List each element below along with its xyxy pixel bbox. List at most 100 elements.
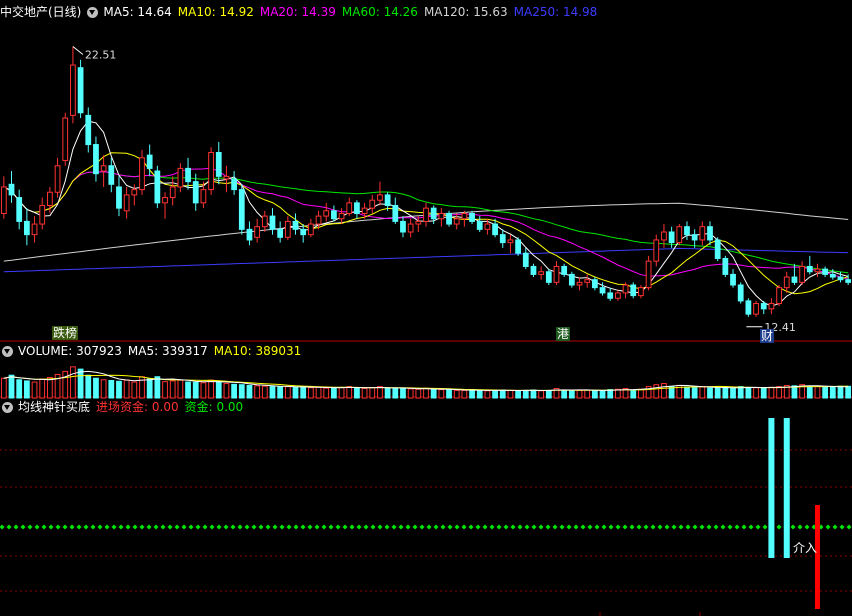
volume-panel-header: VOLUME: 307923 MA5: 339317 MA10: 389031: [0, 343, 307, 359]
volume-bar-down: [760, 387, 767, 399]
price-panel-header: 中交地产(日线) MA5: 14.64 MA10: 14.92 MA20: 14…: [0, 4, 603, 20]
volume-bar-down: [691, 387, 698, 399]
candle-down: [400, 220, 406, 233]
stock-chart[interactable]: 22.5112.41: [0, 0, 852, 616]
chevron-down-icon[interactable]: [2, 345, 13, 357]
fund-label: 资金: 0.00: [184, 400, 244, 414]
candle-down: [215, 152, 222, 177]
ma20-label: MA20: 14.39: [259, 5, 336, 19]
candle-up: [676, 226, 683, 244]
tag-hk-connect[interactable]: 港: [556, 327, 571, 341]
candle-up: [261, 215, 268, 228]
level-dot: [286, 524, 292, 530]
level-dot: [349, 524, 355, 530]
volume-bar-down: [492, 389, 498, 399]
candle-up: [661, 231, 667, 241]
level-dot: [356, 524, 362, 530]
volume-bar-up: [484, 390, 491, 399]
level-dot: [790, 524, 796, 530]
in-fund-label: 进场资金: 0.00: [96, 400, 179, 414]
volume-bar-up: [346, 386, 353, 399]
candle-up: [346, 202, 353, 214]
level-dot: [741, 524, 747, 530]
level-dot: [706, 524, 712, 530]
volume-bar-down: [722, 386, 729, 399]
candle-up: [62, 117, 69, 161]
volume-bar-down: [599, 390, 606, 399]
level-dot: [0, 524, 5, 530]
volume-bar-down: [737, 386, 744, 399]
candle-down: [469, 212, 475, 222]
level-dot: [657, 524, 663, 530]
volume-bar-down: [292, 386, 299, 399]
candle-down: [499, 234, 506, 244]
level-dot: [41, 524, 47, 530]
ma10-label: MA10: 14.92: [177, 5, 254, 19]
volume-bar-down: [837, 385, 844, 399]
level-dot: [692, 524, 698, 530]
level-dot: [720, 524, 726, 530]
volume-bar-up: [415, 388, 422, 399]
tag-finance[interactable]: 财: [760, 329, 775, 343]
volume-bar-down: [269, 386, 276, 399]
volume-bar-up: [461, 389, 468, 399]
candle-up: [507, 239, 514, 244]
stock-title[interactable]: 中交地产(日线): [0, 4, 81, 20]
level-dot: [6, 524, 12, 530]
level-dot: [454, 524, 460, 530]
candle-down: [8, 183, 15, 196]
level-dot: [174, 524, 180, 530]
volume-ma10-label: MA10: 389031: [213, 344, 302, 358]
candle-up: [162, 197, 168, 204]
volume-bar-down: [630, 389, 637, 399]
level-dot: [181, 524, 187, 530]
level-dot: [125, 524, 131, 530]
candle-down: [93, 144, 99, 175]
level-dot: [328, 524, 334, 530]
candle-up: [576, 281, 583, 286]
candle-down: [192, 181, 199, 204]
candle-down: [760, 303, 767, 310]
volume-bar-down: [806, 385, 813, 399]
candle-down: [822, 268, 829, 275]
candle-down: [292, 220, 299, 230]
volume-bar-down: [8, 374, 15, 399]
tag-fall-list[interactable]: 跌榜: [52, 326, 79, 340]
level-dot: [363, 524, 369, 530]
candle-up: [123, 194, 130, 212]
volume-bar-up: [538, 390, 545, 399]
indicator-name[interactable]: 均线神针买底: [18, 399, 90, 415]
level-dot: [27, 524, 33, 530]
level-dot: [524, 524, 530, 530]
chevron-down-icon[interactable]: [87, 6, 99, 18]
volume-bar-down: [300, 386, 307, 399]
volume-bar-up: [284, 386, 291, 399]
candle-down: [829, 273, 836, 278]
level-dot: [678, 524, 684, 530]
level-dot: [195, 524, 201, 530]
candle-down: [714, 239, 721, 259]
volume-bar-up: [753, 387, 759, 399]
candle-down: [568, 273, 575, 286]
candle-up: [54, 165, 61, 193]
level-dot: [167, 524, 173, 530]
volume-bar-down: [400, 388, 406, 399]
level-dot: [643, 524, 649, 530]
level-dot: [566, 524, 572, 530]
level-dot: [293, 524, 299, 530]
level-dot: [419, 524, 425, 530]
volume-bar-up: [100, 379, 107, 399]
volume-bar-down: [476, 389, 483, 399]
chevron-down-icon[interactable]: [2, 401, 13, 413]
candle-down: [737, 284, 744, 302]
volume-bar-down: [745, 386, 752, 399]
volume-bar-down: [607, 389, 614, 399]
volume-bar-down: [77, 368, 84, 399]
ma5-label: MA5: 14.64: [103, 5, 172, 19]
high-marker-arrow: [72, 46, 84, 55]
volume-bar-up: [223, 383, 230, 399]
indicator-panel-header: 均线神针买底 进场资金: 0.00 资金: 0.00: [0, 399, 249, 415]
volume-bar-down: [154, 376, 161, 399]
volume-bar-down: [108, 380, 115, 399]
candle-up: [423, 207, 429, 222]
